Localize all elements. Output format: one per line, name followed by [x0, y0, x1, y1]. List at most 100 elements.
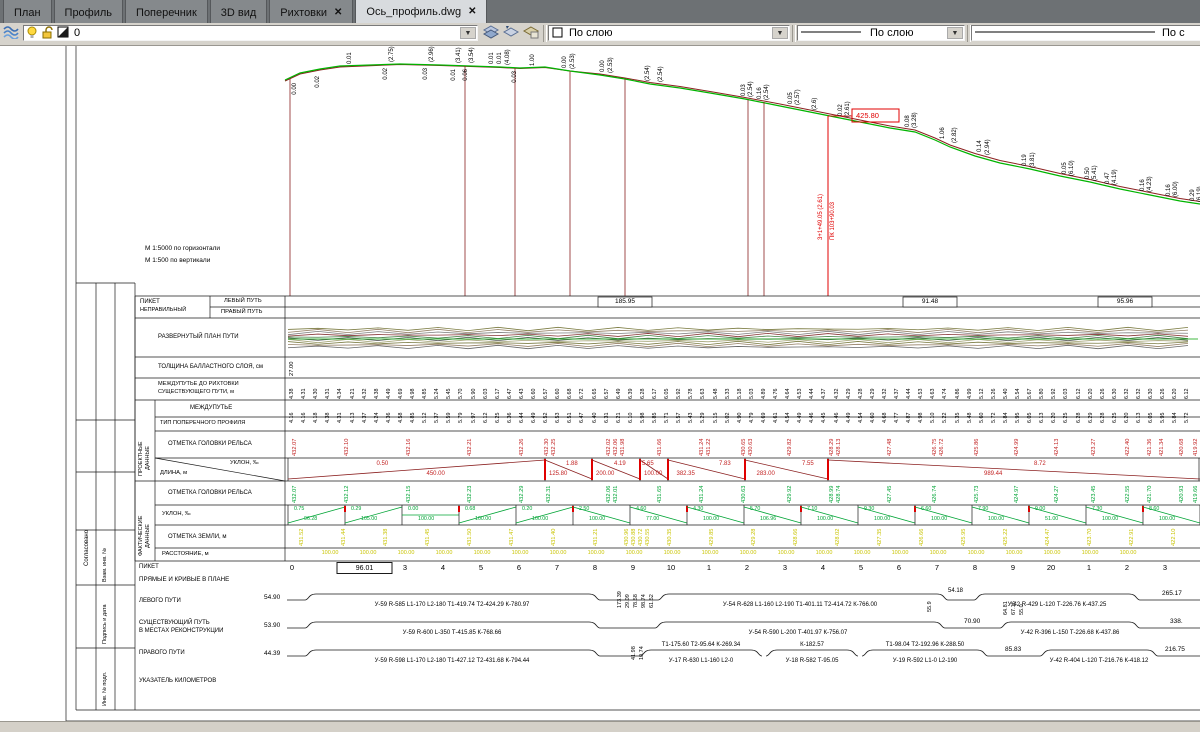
- annotation-pk: ПК 103+90.03: [830, 202, 836, 240]
- mezh-riht-value: 4.32: [835, 389, 840, 400]
- profile-slope-label: (5.41): [1092, 165, 1098, 181]
- profile-slope-label: (2.94): [985, 139, 991, 155]
- linetype-dropdown-arrow[interactable]: ▼: [947, 27, 963, 39]
- rail-elevation-proj: 432.26: [520, 439, 526, 456]
- row-label-mezh-riht2: СУЩЕСТВУЮЩЕГО ПУТИ, м: [158, 390, 234, 396]
- profile-slope-label: (2.54): [658, 66, 664, 82]
- layer-select[interactable]: 0 ▼: [23, 25, 478, 41]
- profile-slope-label: 0.01: [497, 52, 503, 64]
- distance-value: 100.00: [664, 551, 681, 557]
- ground-elevation: 430.88: [632, 529, 638, 546]
- mezh-value: 5.97: [472, 413, 477, 424]
- rail-elevation-fact: 421.70: [1148, 486, 1154, 503]
- mezh-value: 5.84: [1173, 413, 1178, 424]
- layer-manager-icon[interactable]: [523, 25, 541, 42]
- curve-data-top: К-182.57: [800, 642, 824, 648]
- ground-elevation: 422.10: [1172, 529, 1178, 546]
- curve-data: У-42 R-404 L-120 Т-216.76 К-418.12: [1050, 658, 1149, 664]
- piket-number: 5: [859, 564, 863, 572]
- mezh-riht-value: 6.68: [568, 389, 573, 400]
- tab-Поперечник[interactable]: Поперечник: [125, 0, 208, 23]
- mezh-value: 6.40: [593, 413, 598, 424]
- tab-Профиль[interactable]: Профиль: [54, 0, 124, 23]
- curve-pk-value: 29.09: [626, 594, 632, 608]
- tab-label: Ось_профиль.dwg: [366, 6, 461, 18]
- profile-slope-label: 0.00: [292, 83, 298, 95]
- rail-elevation-proj: 432.21: [468, 439, 474, 456]
- tab-label: Поперечник: [136, 7, 197, 19]
- tab-close-icon[interactable]: ✕: [334, 7, 342, 18]
- profile-slope-label: (2.54): [645, 65, 651, 81]
- slope-fact-value: 7.30: [1092, 507, 1102, 512]
- layer-dropdown-arrow[interactable]: ▼: [460, 27, 476, 39]
- slope-proj-value: 7.83: [719, 461, 731, 467]
- lineweight-select[interactable]: По с: [971, 25, 1200, 41]
- mezh-riht-value: 4.44: [907, 389, 912, 400]
- layers-palette-icon[interactable]: [3, 25, 21, 42]
- piket-number: 9: [631, 564, 635, 572]
- mezh-value: 6.29: [1089, 413, 1094, 424]
- piket-number: 4: [821, 564, 825, 572]
- curve-data: У-54 R-628 L1-160 L2-190 Т1-401.11 Т2-41…: [723, 602, 877, 608]
- rail-elevation-fact: 426.74: [933, 486, 939, 503]
- mezh-riht-value: 4.44: [810, 389, 815, 400]
- mezh-value: 6.49: [532, 413, 537, 424]
- layer-previous-icon[interactable]: [503, 25, 521, 42]
- mezh-value: 6.36: [508, 413, 513, 424]
- mezh-value: 4.38: [326, 413, 331, 424]
- mezh-value: 6.21: [617, 413, 622, 424]
- ground-elevation: 428.02: [836, 529, 842, 546]
- rail-elevation-proj: 431.66: [658, 439, 664, 456]
- curve-pk-value: 55.0: [1020, 604, 1026, 615]
- layer-states-icon[interactable]: [483, 25, 501, 42]
- piket-number: 7: [555, 564, 559, 572]
- header-distance-value: 185.95: [615, 299, 635, 306]
- profile-drawing: СогласованоВзам. инв. №Подпись и датаИнв…: [0, 46, 1200, 722]
- curve-pk-value: 173.39: [618, 591, 624, 608]
- mezh-value: 6.25: [496, 413, 501, 424]
- tab-Рихтовки[interactable]: Рихтовки✕: [269, 0, 353, 23]
- profile-slope-label: 0.02: [838, 104, 844, 116]
- layer-color-swatch-icon[interactable]: [57, 26, 75, 41]
- straight-length-value: 338.: [1170, 619, 1183, 626]
- profile-slope-label: (6.00): [1173, 181, 1179, 197]
- tab-3D вид[interactable]: 3D вид: [210, 0, 268, 23]
- slope-proj-value: 5.65: [642, 461, 654, 467]
- piket-number: 10: [667, 564, 675, 572]
- mezh-riht-value: 6.60: [556, 389, 561, 400]
- rail-elevation-fact: 428.74: [837, 486, 843, 503]
- distance-value: 100.00: [360, 551, 377, 557]
- length-proj-value: 100.00: [644, 471, 662, 477]
- distance-value: 100.00: [816, 551, 833, 557]
- rail-elevation-proj: 423.27: [1092, 439, 1098, 456]
- color-dropdown-arrow[interactable]: ▼: [772, 27, 788, 39]
- slope-fact-value: 0.68: [465, 507, 475, 512]
- piket-number: 0: [290, 564, 294, 572]
- curve-data-top: Т1-98.04 Т2-192.96 К-288.50: [886, 642, 965, 648]
- linetype-select[interactable]: По слою ▼: [797, 25, 965, 41]
- mezh-value: 5.79: [459, 413, 464, 424]
- mezh-riht-value: 4.28: [859, 389, 864, 400]
- rail-elevation-proj: 424.99: [1015, 439, 1021, 456]
- straight-length-value: 216.75: [1165, 647, 1185, 654]
- length-fact-value: 100.00: [475, 517, 491, 522]
- rail-elevation-proj: 426.72: [940, 439, 946, 456]
- mezh-value: 4.16: [302, 413, 307, 424]
- mezh-value: 4.85: [411, 413, 416, 424]
- tab-close-icon[interactable]: ✕: [468, 6, 476, 17]
- rail-elevation-proj: 432.07: [293, 439, 299, 456]
- color-select[interactable]: По слою ▼: [548, 25, 790, 41]
- mezh-value: 5.12: [423, 413, 428, 424]
- mezh-riht-value: 6.65: [593, 389, 598, 400]
- straight-length-left: 53.90: [264, 623, 280, 630]
- document-tabs: ПланПрофильПоперечник3D видРихтовки✕Ось_…: [0, 0, 1200, 23]
- profile-slope-label: 0.08: [905, 115, 911, 127]
- distance-value: 100.00: [626, 551, 643, 557]
- ground-elevation: 427.35: [878, 529, 884, 546]
- drawing-canvas[interactable]: СогласованоВзам. инв. №Подпись и датаИнв…: [0, 46, 1200, 722]
- tab-План[interactable]: План: [3, 0, 52, 23]
- profile-slope-label: 0.47: [1105, 172, 1111, 184]
- tab-Ось_профиль.dwg[interactable]: Ось_профиль.dwg ✕: [355, 0, 487, 23]
- profile-slope-label: 0.29: [1190, 189, 1196, 201]
- mezh-value: 4.37: [363, 413, 368, 424]
